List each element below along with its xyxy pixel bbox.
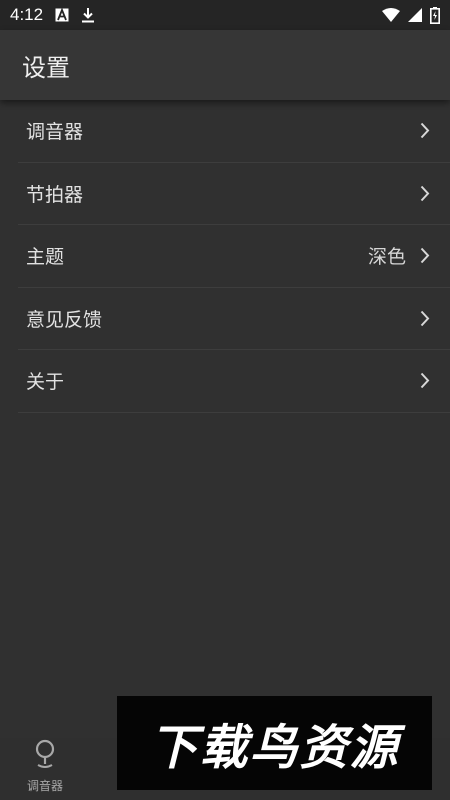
watermark-banner: 下载鸟资源 [117, 696, 432, 790]
theme-value: 深色 [367, 246, 406, 269]
settings-item-label: 意见反馈 [26, 308, 103, 331]
settings-item-feedback[interactable]: 意见反馈 [18, 288, 450, 350]
nav-item-settings[interactable] [360, 790, 450, 800]
download-icon [81, 7, 95, 23]
chevron-right-icon [418, 371, 432, 391]
tuner-pin-icon [34, 739, 56, 773]
nav-label: 调音器 [26, 779, 63, 793]
wifi-icon [382, 8, 400, 22]
settings-item-about[interactable]: 关于 [18, 350, 450, 413]
app-bar: 设置 [0, 30, 450, 100]
signal-icon [408, 8, 422, 22]
settings-item-label: 节拍器 [26, 183, 84, 206]
nav-item-tuner[interactable]: 调音器 [0, 739, 90, 800]
chevron-right-icon [418, 183, 432, 203]
status-right-icons [382, 6, 440, 24]
battery-charging-icon [430, 6, 440, 24]
settings-item-tuner[interactable]: 调音器 [18, 100, 450, 163]
status-left-icons [55, 7, 95, 23]
chevron-right-icon [418, 246, 432, 266]
status-time: 4:12 [10, 5, 44, 24]
nav-item-4[interactable] [270, 790, 360, 800]
settings-item-metronome[interactable]: 节拍器 [18, 163, 450, 225]
settings-item-label: 调音器 [26, 121, 84, 144]
page-title: 设置 [22, 53, 70, 82]
chevron-right-icon [418, 308, 432, 328]
chevron-right-icon [418, 121, 432, 141]
settings-item-theme[interactable]: 主题 深色 [18, 225, 450, 288]
watermark-text: 下载鸟资源 [149, 720, 400, 776]
settings-item-label: 主题 [26, 246, 65, 269]
status-bar: 4:12 [0, 0, 450, 30]
notification-a-icon [55, 8, 69, 22]
nav-item-2[interactable] [90, 790, 180, 800]
settings-list: 调音器 节拍器 主题 深色 意见反馈 关于 [18, 100, 450, 413]
settings-item-label: 关于 [26, 371, 65, 394]
nav-item-3[interactable] [180, 790, 270, 800]
